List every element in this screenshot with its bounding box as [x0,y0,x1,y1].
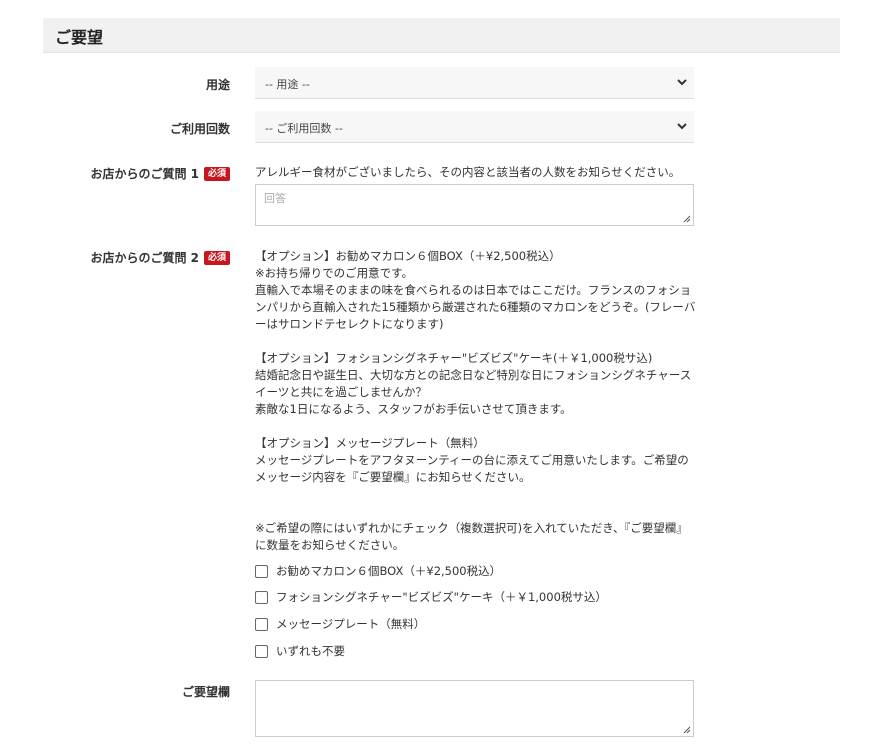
question1-placeholder: 回答 [264,192,286,205]
option-label: メッセージプレート（無料） [276,617,426,631]
question2-para-5: 結婚記念日や誕生日、大切な方との記念日など特別な日にフォションシグネチャースイー… [255,368,692,399]
frequency-select-value: -- ご利用回数 -- [265,122,343,135]
option-label: いずれも不要 [276,644,345,658]
frequency-select[interactable]: -- ご利用回数 -- [255,111,694,143]
checkbox-icon[interactable] [255,564,268,578]
question2-para-9: ※ご希望の際にはいずれかにチェック（複数選択可)を入れていただき、『ご要望欄』に… [255,521,688,552]
question2-para-1: 【オプション】お勧めマカロン６個BOX（＋¥2,500税込） [255,249,561,263]
checkbox-icon[interactable] [255,617,268,631]
question2-para-6: 素敵な1日になるよう、スタッフがお手伝いさせて頂きます。 [255,402,572,416]
option-message-plate[interactable]: メッセージプレート（無料） [255,616,425,632]
required-badge: 必須 [203,250,230,265]
option-none[interactable]: いずれも不要 [255,643,345,659]
question2-para-2: ※お持ち帰りでのご用意です。 [255,266,413,280]
question2-label: お店からのご質問 2 必須 [90,249,230,266]
section-header: ご要望 [43,18,840,53]
required-badge: 必須 [203,166,230,181]
question2-text: 【オプション】お勧めマカロン６個BOX（＋¥2,500税込） ※お持ち帰りでのご… [255,248,699,554]
resize-grip-icon[interactable] [683,215,691,223]
question1-text: アレルギー食材がございましたら、その内容と該当者の人数をお知らせください。 [255,164,699,181]
option-label: フォションシグネチャー"ビズビズ"ケーキ（＋￥1,000税サ込） [276,590,607,604]
question1-label-text: お店からのご質問 1 [90,167,199,181]
question2-label-text: お店からのご質問 2 [90,251,199,265]
usage-select[interactable]: -- 用途 -- [255,67,694,99]
usage-select-value: -- 用途 -- [265,78,310,91]
request-field[interactable] [255,680,694,737]
question1-label: お店からのご質問 1 必須 [90,165,230,182]
checkbox-icon[interactable] [255,590,268,604]
question2-para-3: 直輸入で本場そのままの味を食べられるのは日本ではここだけ。フランスのフォションパ… [255,283,696,331]
frequency-label-text: ご利用回数 [169,122,230,136]
resize-grip-icon[interactable] [683,726,691,734]
request-label: ご要望欄 [182,683,230,700]
option-macaron-box[interactable]: お勧めマカロン６個BOX（＋¥2,500税込） [255,563,501,579]
chevron-down-icon [677,123,687,130]
question2-para-8: メッセージプレートをアフタヌーンティーの台に添えてご用意いたします。ご希望のメッ… [255,453,689,484]
option-label: お勧めマカロン６個BOX（＋¥2,500税込） [276,564,502,578]
question1-prompt: アレルギー食材がございましたら、その内容と該当者の人数をお知らせください。 [255,165,681,179]
frequency-label: ご利用回数 [170,120,230,137]
section-title: ご要望 [55,28,104,47]
question1-answer-field[interactable]: 回答 [255,184,694,226]
question2-para-4: 【オプション】フォションシグネチャー"ビズビズ"ケーキ(＋￥1,000税サ込) [255,351,653,365]
chevron-down-icon [677,79,687,86]
question2-para-7: 【オプション】メッセージプレート（無料） [255,436,485,450]
checkbox-icon[interactable] [255,644,268,658]
usage-label: 用途 [206,76,230,93]
option-bizbiz-cake[interactable]: フォションシグネチャー"ビズビズ"ケーキ（＋￥1,000税サ込） [255,589,607,605]
usage-label-text: 用途 [205,78,230,92]
request-label-text: ご要望欄 [181,685,230,699]
